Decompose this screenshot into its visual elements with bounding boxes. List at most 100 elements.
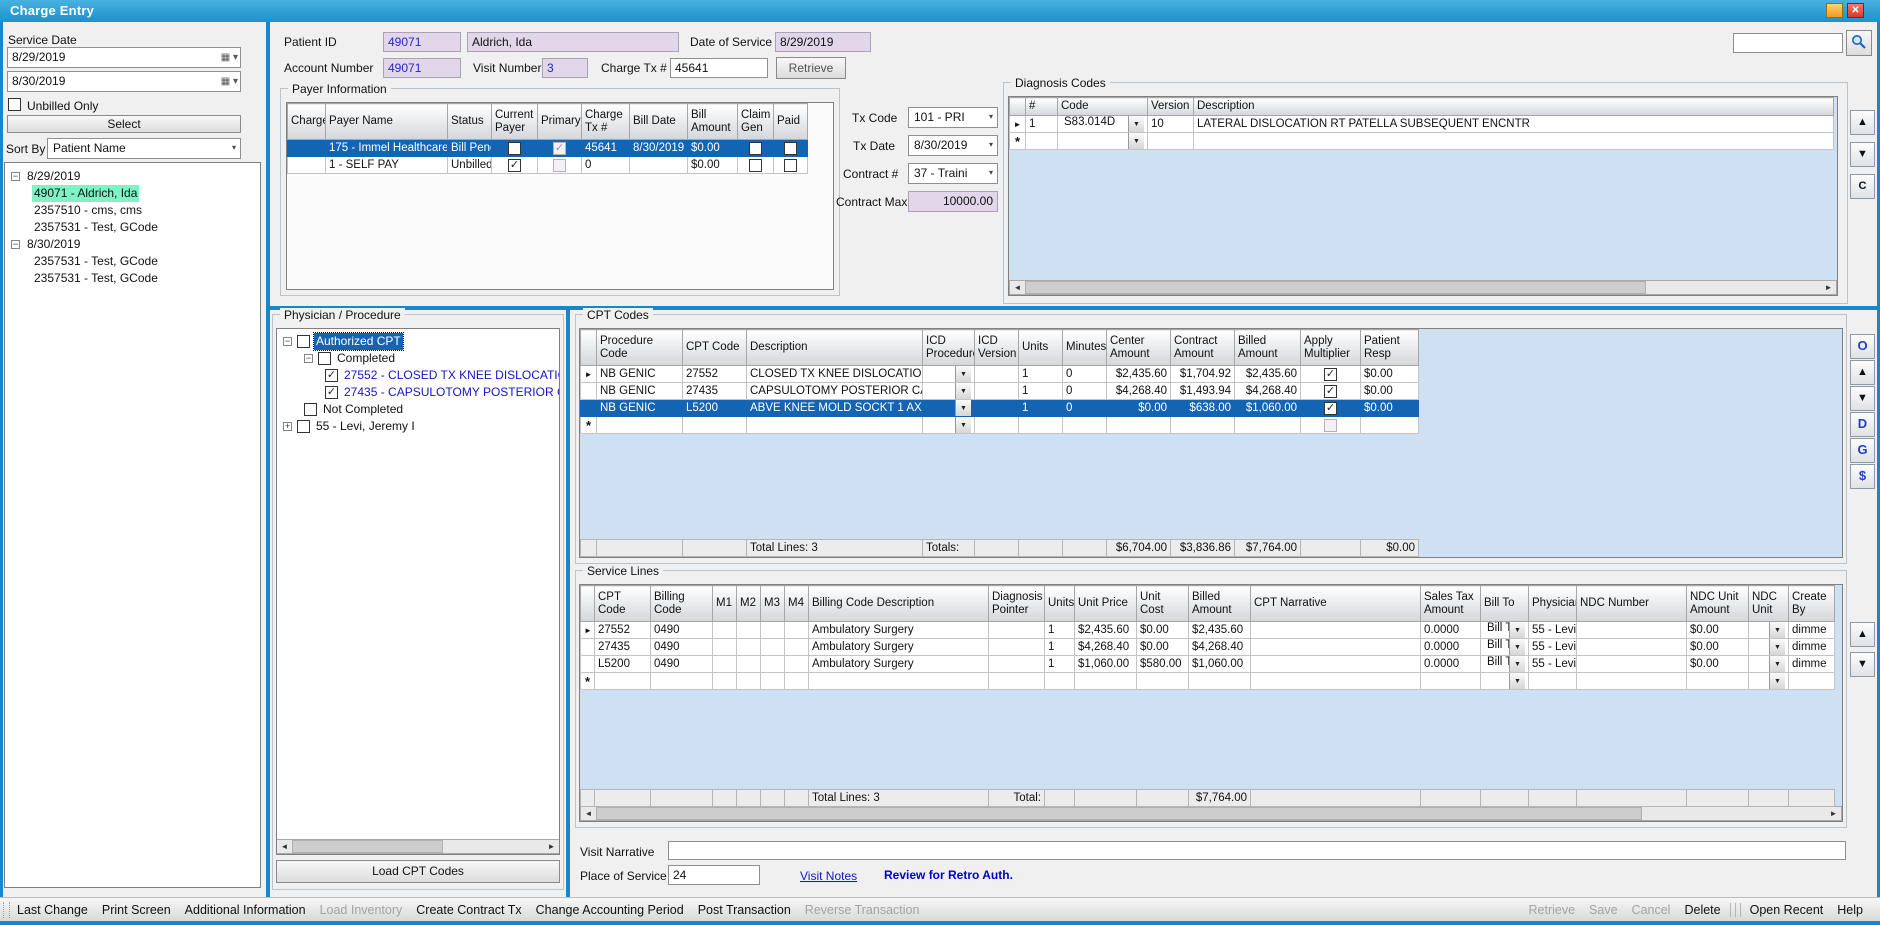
checkbox[interactable] <box>508 142 521 155</box>
tree-item-label[interactable]: 27552 - CLOSED TX KNEE DISLOCATION W <box>342 367 560 384</box>
grid-cell[interactable]: 55 - Levi, J <box>1529 639 1577 656</box>
grid-cell[interactable] <box>713 673 737 690</box>
grid-cell[interactable]: 0 <box>1063 400 1107 417</box>
table-row[interactable]: 1 - SELF PAYUnbilled✓0$0.00 <box>288 157 808 174</box>
tree-item-label[interactable]: 8/29/2019 <box>25 168 82 185</box>
search-input[interactable] <box>1733 33 1843 53</box>
grid-cell[interactable] <box>761 673 785 690</box>
tree-item[interactable]: −Authorized CPT <box>277 333 559 350</box>
physician-hscrollbar[interactable]: ◄ ► <box>277 839 559 854</box>
grid-cell[interactable]: NB GENIC <box>597 383 683 400</box>
tx-date-select[interactable]: 8/30/2019▾ <box>908 135 998 156</box>
checkbox-cell[interactable]: ✓ <box>1301 383 1361 400</box>
checkbox-cell[interactable]: ✓ <box>1301 400 1361 417</box>
row-selector[interactable]: * <box>581 673 595 690</box>
grid-cell[interactable]: 0.0000 <box>1421 622 1481 639</box>
grid-cell[interactable] <box>975 366 1019 383</box>
statusbar-item-additional-information[interactable]: Additional Information <box>178 903 313 917</box>
expand-icon[interactable]: + <box>283 422 292 431</box>
grid-cell[interactable] <box>989 673 1045 690</box>
checkbox-cell[interactable] <box>774 157 808 174</box>
grid-cell[interactable] <box>737 656 761 673</box>
tree-item[interactable]: 2357531 - Test, GCode <box>5 253 260 270</box>
grid-cell[interactable]: $1,060.00 <box>1235 400 1301 417</box>
tree-item[interactable]: −8/29/2019 <box>5 168 260 185</box>
dropdown-cell[interactable]: ▼ <box>1749 656 1789 673</box>
tree-item[interactable]: ✓27552 - CLOSED TX KNEE DISLOCATION W <box>277 367 559 384</box>
grid-cell[interactable]: 27552 <box>683 366 747 383</box>
grid-cell[interactable]: 0 <box>1063 366 1107 383</box>
checkbox[interactable] <box>749 159 762 172</box>
grid-cell[interactable]: $1,060.00 <box>1189 656 1251 673</box>
grid-cell[interactable]: $1,060.00 <box>1075 656 1137 673</box>
cpt-o-button[interactable]: O <box>1850 334 1875 359</box>
grid-cell[interactable]: $4,268.40 <box>1107 383 1171 400</box>
grid-cell[interactable] <box>989 639 1045 656</box>
dropdown-arrow-icon[interactable]: ▼ <box>1509 656 1525 672</box>
place-of-service-input[interactable]: 24 <box>668 865 760 885</box>
dropdown-arrow-icon[interactable]: ▼ <box>1769 639 1785 655</box>
grid-cell[interactable]: L5200 <box>683 400 747 417</box>
grid-cell[interactable]: CAPSULOTOMY POSTERIOR CAPS <box>747 383 923 400</box>
grid-cell[interactable] <box>1045 673 1075 690</box>
tx-code-select[interactable]: 101 - PRI▾ <box>908 107 998 128</box>
grid-cell[interactable]: $638.00 <box>1171 400 1235 417</box>
service-hscrollbar[interactable]: ◄ ► <box>580 806 1842 821</box>
charge-tx-input[interactable]: 45641 <box>670 58 768 78</box>
grid-cell[interactable] <box>595 673 651 690</box>
grid-cell[interactable]: dimme <box>1789 639 1835 656</box>
grid-cell[interactable]: $2,435.60 <box>1189 622 1251 639</box>
checkbox[interactable] <box>553 159 566 172</box>
dropdown-arrow-icon[interactable]: ▼ <box>1769 656 1785 672</box>
search-button[interactable] <box>1846 30 1872 56</box>
grid-cell[interactable]: $0.00 <box>688 157 738 174</box>
dropdown-cell[interactable]: Bill Th▼ <box>1481 622 1529 639</box>
dropdown-cell[interactable]: ▼ <box>1749 622 1789 639</box>
collapse-icon[interactable]: − <box>283 337 292 346</box>
checkbox[interactable] <box>318 352 331 365</box>
scroll-thumb[interactable] <box>596 807 1642 820</box>
close-button[interactable]: ✕ <box>1847 3 1864 18</box>
grid-cell[interactable] <box>785 622 809 639</box>
minimize-button[interactable] <box>1826 3 1843 18</box>
grid-cell[interactable]: $4,268.40 <box>1235 383 1301 400</box>
grid-cell[interactable]: $4,268.40 <box>1189 639 1251 656</box>
retrieve-button[interactable]: Retrieve <box>776 57 846 79</box>
checkbox-cell[interactable] <box>1301 417 1361 434</box>
grid-cell[interactable] <box>975 417 1019 434</box>
grid-cell[interactable] <box>713 656 737 673</box>
checkbox[interactable] <box>784 142 797 155</box>
tree-item-label[interactable]: 2357531 - Test, GCode <box>32 219 160 236</box>
tree-item-label[interactable]: 27435 - CAPSULOTOMY POSTERIOR CAP <box>342 384 560 401</box>
checkbox[interactable]: ✓ <box>1324 368 1337 381</box>
table-row[interactable]: ►1S83.014D▼10LATERAL DISLOCATION RT PATE… <box>1010 116 1834 133</box>
diagnosis-up-button[interactable]: ▲ <box>1850 110 1875 135</box>
grid-cell[interactable] <box>785 673 809 690</box>
table-row[interactable]: 274350490Ambulatory Surgery1$4,268.40$0.… <box>581 639 1835 656</box>
table-row[interactable]: 175 - Immel Healthcare HBill Pendi✓45641… <box>288 140 808 157</box>
grid-cell[interactable]: Ambulatory Surgery <box>809 639 989 656</box>
grid-cell[interactable]: 0490 <box>651 622 713 639</box>
grid-cell[interactable]: NB GENIC <box>597 366 683 383</box>
statusbar-item-help[interactable]: Help <box>1830 903 1870 917</box>
scroll-right-icon[interactable]: ► <box>544 840 559 853</box>
statusbar-item-last-change[interactable]: Last Change <box>10 903 95 917</box>
scroll-left-icon[interactable]: ◄ <box>277 840 292 853</box>
grid-cell[interactable] <box>975 400 1019 417</box>
grid-cell[interactable] <box>1107 417 1171 434</box>
tree-item[interactable]: −8/30/2019 <box>5 236 260 253</box>
tree-item-label[interactable]: Not Completed <box>321 401 405 418</box>
grid-cell[interactable]: 1 - SELF PAY <box>326 157 448 174</box>
row-selector[interactable]: * <box>1010 133 1026 150</box>
tree-item-label[interactable]: 8/30/2019 <box>25 236 82 253</box>
diagnosis-clear-button[interactable]: C <box>1850 174 1875 199</box>
grid-cell[interactable] <box>1577 639 1687 656</box>
select-button[interactable]: Select <box>7 115 241 133</box>
dropdown-arrow-icon[interactable]: ▼ <box>1769 622 1785 638</box>
statusbar-item-open-recent[interactable]: Open Recent <box>1743 903 1831 917</box>
grid-cell[interactable] <box>1789 673 1835 690</box>
charge-button-cell[interactable] <box>288 140 326 157</box>
grid-cell[interactable]: $1,704.92 <box>1171 366 1235 383</box>
grid-cell[interactable]: 1 <box>1045 622 1075 639</box>
grid-cell[interactable] <box>737 622 761 639</box>
